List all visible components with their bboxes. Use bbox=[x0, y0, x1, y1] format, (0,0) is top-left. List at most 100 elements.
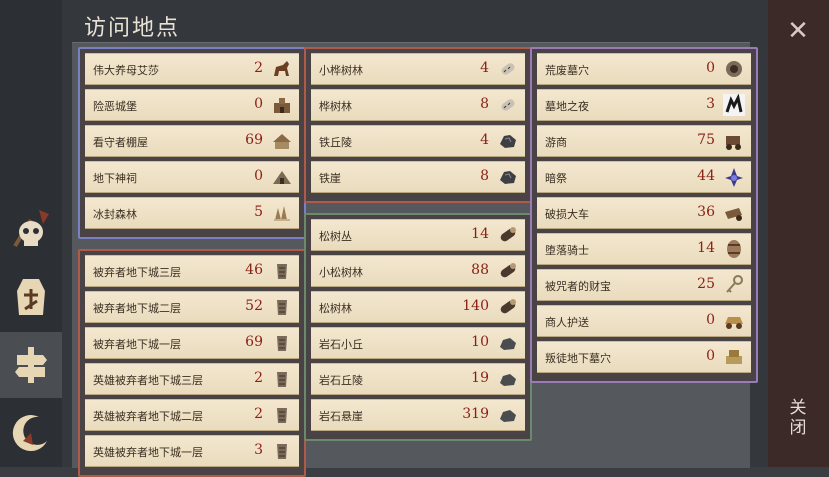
location-count: 0 bbox=[254, 96, 263, 112]
location-count: 44 bbox=[697, 168, 715, 184]
location-count: 8 bbox=[480, 168, 489, 184]
location-count: 5 bbox=[254, 204, 263, 220]
location-count: 4 bbox=[480, 132, 489, 148]
location-name: 被弃者地下城三层 bbox=[93, 266, 181, 279]
skull-icon bbox=[13, 210, 49, 248]
location-row[interactable]: 松树丛 14 bbox=[311, 219, 525, 251]
location-row[interactable]: 松树林 140 bbox=[311, 291, 525, 323]
location-name: 险恶城堡 bbox=[93, 100, 137, 113]
location-row[interactable]: 小松树林 88 bbox=[311, 255, 525, 287]
location-name: 被咒者的财宝 bbox=[545, 280, 611, 293]
location-count: 0 bbox=[706, 312, 715, 328]
merchant-cart-icon bbox=[723, 130, 745, 152]
location-name: 破损大车 bbox=[545, 208, 589, 221]
iron-ore-icon bbox=[497, 130, 519, 152]
location-row[interactable]: 被弃者地下城三层 46 bbox=[85, 255, 299, 287]
pine-log-icon bbox=[497, 224, 519, 246]
location-name: 伟大养母艾莎 bbox=[93, 64, 159, 77]
location-row[interactable]: 铁崖 8 bbox=[311, 161, 525, 193]
location-count: 0 bbox=[254, 168, 263, 184]
crescent-icon bbox=[12, 415, 48, 452]
location-name: 岩石丘陵 bbox=[319, 374, 363, 387]
location-row[interactable]: 叛徒地下墓穴 0 bbox=[537, 341, 751, 373]
right-bar bbox=[768, 0, 829, 467]
location-name: 被弃者地下城一层 bbox=[93, 338, 181, 351]
location-name: 英雄被弃者地下城二层 bbox=[93, 410, 203, 423]
location-row[interactable]: 荒废墓穴 0 bbox=[537, 53, 751, 85]
location-row[interactable]: 岩石小丘 10 bbox=[311, 327, 525, 359]
location-name: 岩石小丘 bbox=[319, 338, 363, 351]
location-row[interactable]: 商人护送 0 bbox=[537, 305, 751, 337]
location-count: 2 bbox=[254, 406, 263, 422]
character-token-icon bbox=[17, 279, 45, 315]
location-name: 堕落骑士 bbox=[545, 244, 589, 257]
key-icon bbox=[723, 274, 745, 296]
location-row[interactable]: 墓地之夜 3 bbox=[537, 89, 751, 121]
location-row[interactable]: 伟大养母艾莎 2 bbox=[85, 53, 299, 85]
close-button[interactable]: 关闭 bbox=[786, 398, 810, 438]
location-name: 铁丘陵 bbox=[319, 136, 352, 149]
tab-character[interactable] bbox=[0, 264, 62, 330]
close-icon[interactable]: ✕ bbox=[785, 18, 811, 44]
location-row[interactable]: 英雄被弃者地下城二层 2 bbox=[85, 399, 299, 431]
location-row[interactable]: 桦树林 8 bbox=[311, 89, 525, 121]
left-sidebar bbox=[0, 0, 62, 467]
location-row[interactable]: 游商 75 bbox=[537, 125, 751, 157]
location-row[interactable]: 冰封森林 5 bbox=[85, 197, 299, 229]
location-row[interactable]: 英雄被弃者地下城三层 2 bbox=[85, 363, 299, 395]
location-name: 英雄被弃者地下城三层 bbox=[93, 374, 203, 387]
location-name: 游商 bbox=[545, 136, 567, 149]
location-row[interactable]: 铁丘陵 4 bbox=[311, 125, 525, 157]
location-row[interactable]: 被咒者的财宝 25 bbox=[537, 269, 751, 301]
location-group: 小桦树林 4 桦树林 8 铁丘陵 4 铁崖 8 bbox=[304, 47, 532, 203]
tab-locations[interactable] bbox=[0, 332, 62, 398]
castle-icon bbox=[271, 94, 293, 116]
location-count: 140 bbox=[462, 298, 489, 314]
location-count: 319 bbox=[462, 406, 489, 422]
location-row[interactable]: 被弃者地下城一层 69 bbox=[85, 327, 299, 359]
dungeon-icon bbox=[271, 260, 293, 282]
birch-log-icon bbox=[497, 94, 519, 116]
location-count: 10 bbox=[471, 334, 489, 350]
tab-moon[interactable] bbox=[0, 400, 62, 466]
shrine-icon bbox=[271, 166, 293, 188]
stone-icon bbox=[497, 368, 519, 390]
location-name: 被弃者地下城二层 bbox=[93, 302, 181, 315]
location-name: 小桦树林 bbox=[319, 64, 363, 77]
location-count: 69 bbox=[245, 132, 263, 148]
location-row[interactable]: 地下神祠 0 bbox=[85, 161, 299, 193]
location-name: 铁崖 bbox=[319, 172, 341, 185]
locations-list[interactable]: 伟大养母艾莎 2 险恶城堡 0 看守者棚屋 69 地下神祠 0 冰封森林 5 被弃者地下城三层 46 被… bbox=[72, 42, 758, 477]
location-row[interactable]: 险恶城堡 0 bbox=[85, 89, 299, 121]
location-count: 2 bbox=[254, 370, 263, 386]
frozen-forest-icon bbox=[271, 202, 293, 224]
crypt-icon bbox=[723, 58, 745, 80]
location-group: 松树丛 14 小松树林 88 松树林 140 岩石小丘 10 岩石丘陵 19 岩石悬崖 319 bbox=[304, 213, 532, 441]
location-row[interactable]: 英雄被弃者地下城一层 3 bbox=[85, 435, 299, 467]
caravan-icon bbox=[723, 310, 745, 332]
horse-icon bbox=[271, 58, 293, 80]
location-group: 被弃者地下城三层 46 被弃者地下城二层 52 被弃者地下城一层 69 英雄被弃者地下城三层… bbox=[78, 249, 306, 477]
location-row[interactable]: 被弃者地下城二层 52 bbox=[85, 291, 299, 323]
location-count: 3 bbox=[254, 442, 263, 458]
location-row[interactable]: 岩石悬崖 319 bbox=[311, 399, 525, 431]
location-name: 荒废墓穴 bbox=[545, 64, 589, 77]
location-row[interactable]: 暗祭 44 bbox=[537, 161, 751, 193]
location-count: 2 bbox=[254, 60, 263, 76]
location-count: 88 bbox=[471, 262, 489, 278]
location-name: 看守者棚屋 bbox=[93, 136, 148, 149]
location-count: 14 bbox=[471, 226, 489, 242]
location-row[interactable]: 岩石丘陵 19 bbox=[311, 363, 525, 395]
location-name: 松树丛 bbox=[319, 230, 352, 243]
location-name: 岩石悬崖 bbox=[319, 410, 363, 423]
location-name: 小松树林 bbox=[319, 266, 363, 279]
hut-icon bbox=[271, 130, 293, 152]
location-count: 19 bbox=[471, 370, 489, 386]
tab-skull[interactable] bbox=[0, 196, 62, 262]
broken-wagon-icon bbox=[723, 202, 745, 224]
location-row[interactable]: 破损大车 36 bbox=[537, 197, 751, 229]
location-row[interactable]: 看守者棚屋 69 bbox=[85, 125, 299, 157]
stone-icon bbox=[497, 332, 519, 354]
location-row[interactable]: 小桦树林 4 bbox=[311, 53, 525, 85]
location-row[interactable]: 堕落骑士 14 bbox=[537, 233, 751, 265]
